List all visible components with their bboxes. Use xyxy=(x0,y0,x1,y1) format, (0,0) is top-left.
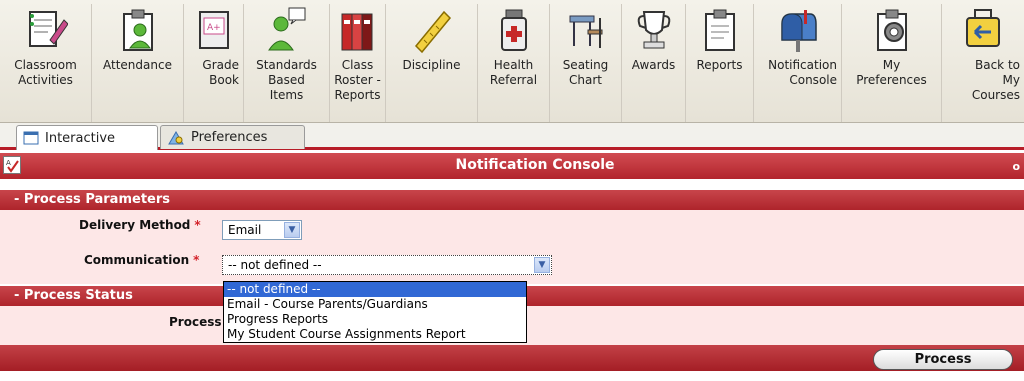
process-button[interactable]: Process xyxy=(873,349,1013,370)
required-mark: * xyxy=(193,253,200,267)
toolbar-label: Reports xyxy=(696,58,743,72)
grade-book-button[interactable]: A+ Grade Book xyxy=(184,4,244,122)
dropdown-option[interactable]: Email - Course Parents/Guardians xyxy=(224,297,526,312)
toolbar-label: Awards xyxy=(631,58,676,72)
tab-interactive[interactable]: Interactive xyxy=(16,125,158,150)
communication-label-text: Communication xyxy=(84,253,190,267)
toolbar-label: Preferences xyxy=(856,73,927,87)
person-speech-icon xyxy=(267,7,305,51)
notification-console-button[interactable]: Notification Console xyxy=(754,4,842,122)
chevron-down-icon[interactable]: ▼ xyxy=(534,257,550,273)
toolbar-label: Class xyxy=(341,58,374,72)
classroom-activities-button[interactable]: Classroom Activities xyxy=(0,4,92,122)
toolbar-label: Activities xyxy=(18,73,73,87)
toolbar-label: Classroom xyxy=(14,58,77,72)
required-mark: * xyxy=(194,218,201,232)
window-icon xyxy=(23,131,39,145)
toolbar: Classroom Activities Attendance A+ Grade B… xyxy=(0,0,1024,123)
svg-text:A+: A+ xyxy=(207,23,221,33)
clipboard-gear-icon xyxy=(876,9,907,51)
preferences-icon xyxy=(168,130,184,144)
toolbar-label: Back to xyxy=(975,58,1020,72)
toolbar-label: My xyxy=(1002,73,1020,87)
attendance-button[interactable]: Attendance xyxy=(92,4,184,122)
dropdown-option[interactable]: Progress Reports xyxy=(224,312,526,327)
class-roster-reports-button[interactable]: Class Roster - Reports xyxy=(330,4,386,122)
toolbar-label: Standards xyxy=(256,58,317,72)
toolbar-label: Based xyxy=(268,73,305,87)
tab-bar: Interactive Preferences xyxy=(0,123,1024,150)
medicine-bottle-icon xyxy=(500,9,527,51)
mailbox-icon xyxy=(780,10,817,52)
delivery-method-value: Email xyxy=(228,223,262,237)
clipboard-icon xyxy=(704,9,735,51)
seating-chart-button[interactable]: Seating Chart xyxy=(550,4,622,122)
toolbar-label: Grade xyxy=(202,58,239,72)
binders-icon xyxy=(341,13,372,51)
toolbar-label: Referral xyxy=(489,73,538,87)
toolbar-label: Courses xyxy=(971,88,1020,102)
toolbar-label: Roster - xyxy=(334,73,381,87)
dropdown-option[interactable]: My Student Course Assignments Report xyxy=(224,327,526,342)
page-header: A Notification Console o xyxy=(0,153,1024,179)
clipboard-person-icon xyxy=(122,9,153,51)
toolbar-label: Attendance xyxy=(103,58,172,72)
toolbar-label: Items xyxy=(269,88,304,102)
section-process-parameters: - Process Parameters xyxy=(0,190,1024,210)
gradebook-icon: A+ xyxy=(198,11,229,49)
process-label: Process xyxy=(169,315,222,329)
tab-interactive-label: Interactive xyxy=(45,130,116,146)
desk-chair-icon xyxy=(569,15,602,48)
dropdown-option[interactable]: -- not defined -- xyxy=(224,282,526,297)
communication-select[interactable]: -- not defined -- ▼ xyxy=(222,255,552,275)
toolbar-label: Book xyxy=(209,73,239,87)
toolbar-label: Discipline xyxy=(402,58,461,72)
health-referral-button[interactable]: Health Referral xyxy=(478,4,550,122)
ruler-icon xyxy=(414,10,451,54)
briefcase-arrow-icon xyxy=(966,9,1000,47)
header-right-mark: o xyxy=(1012,160,1020,173)
toolbar-label: My xyxy=(882,58,901,72)
tab-preferences[interactable]: Preferences xyxy=(160,125,305,149)
standards-based-items-button[interactable]: Standards Based Items xyxy=(244,4,330,122)
toolbar-label: Seating xyxy=(562,58,609,72)
toolbar-label: Reports xyxy=(334,88,381,102)
notepad-pencil-icon xyxy=(28,11,68,47)
toolbar-label: Chart xyxy=(569,73,602,87)
communication-label: Communication * xyxy=(84,253,199,267)
discipline-button[interactable]: Discipline xyxy=(386,4,478,122)
chevron-down-icon[interactable]: ▼ xyxy=(284,222,300,238)
communication-dropdown: -- not defined -- Email - Course Parents… xyxy=(223,281,527,343)
toolbar-label: Health xyxy=(493,58,534,72)
toolbar-label: Console xyxy=(789,73,837,87)
trophy-icon xyxy=(637,11,670,49)
footer-bar xyxy=(0,345,1024,371)
awards-button[interactable]: Awards xyxy=(622,4,686,122)
reports-button[interactable]: Reports xyxy=(686,4,754,122)
delivery-method-select[interactable]: Email ▼ xyxy=(222,220,302,240)
my-preferences-button[interactable]: My Preferences xyxy=(842,4,942,122)
delivery-method-label-text: Delivery Method xyxy=(79,218,191,232)
tab-preferences-label: Preferences xyxy=(191,130,268,145)
back-to-my-courses-button[interactable]: Back to My Courses xyxy=(942,4,1024,122)
communication-value: -- not defined -- xyxy=(228,258,322,272)
page-title: Notification Console xyxy=(455,157,615,173)
delivery-method-label: Delivery Method * xyxy=(79,218,201,232)
toolbar-label: Notification xyxy=(768,58,837,72)
